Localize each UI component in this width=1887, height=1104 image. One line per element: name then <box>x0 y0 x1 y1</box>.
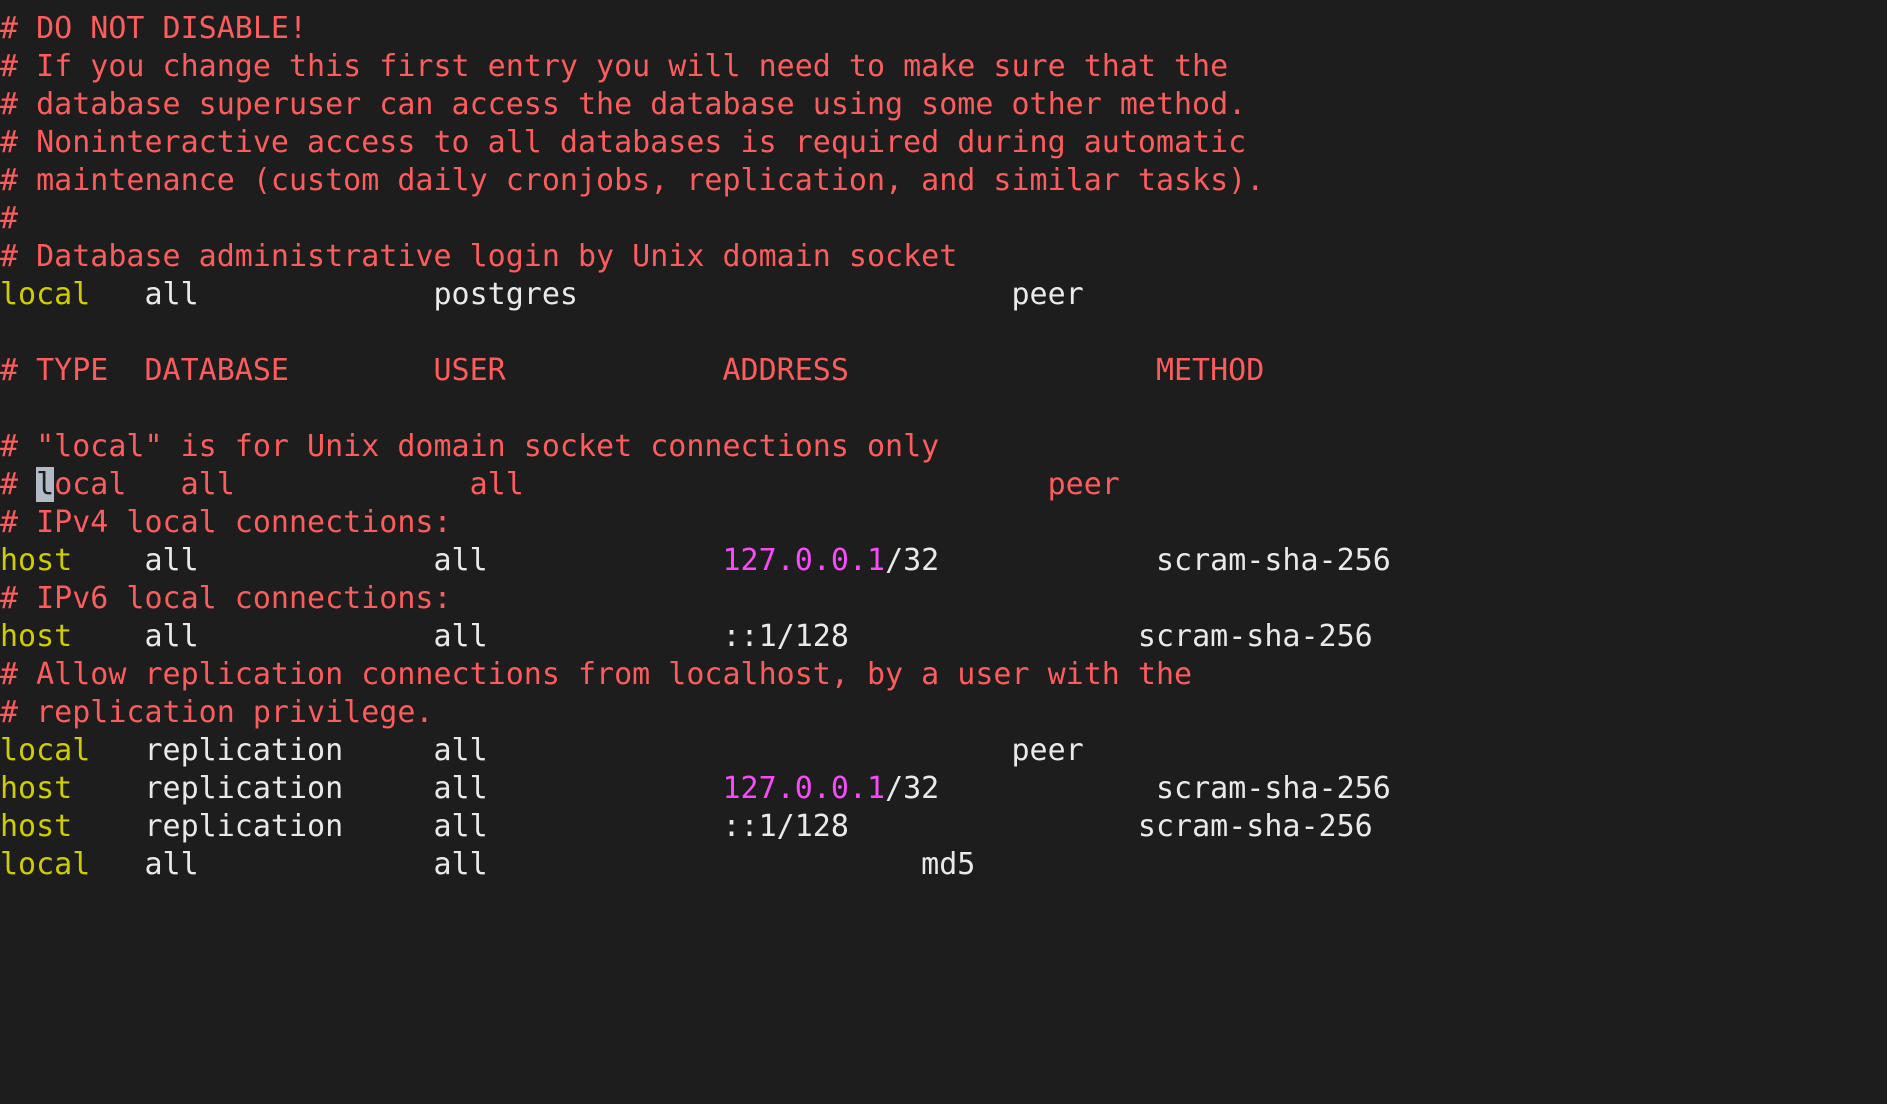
database-field: all <box>144 619 199 654</box>
text-line[interactable] <box>0 390 1887 428</box>
comment: # replication privilege. <box>0 695 434 730</box>
database-field: replication <box>144 771 344 806</box>
address-field: ::1/128 <box>722 619 849 654</box>
comment: # IPv4 local connections: <box>0 505 452 540</box>
conn-type: host <box>0 543 73 578</box>
conn-type: local <box>0 847 91 882</box>
method-field: scram-sha-256 <box>1156 771 1391 806</box>
conn-type: host <box>0 619 73 654</box>
cursor-cell[interactable]: l <box>36 467 55 502</box>
method-field: scram-sha-256 <box>1137 619 1373 654</box>
text-line[interactable]: local replication all peer <box>0 732 1887 770</box>
method-field: peer <box>1011 733 1084 768</box>
conn-type: local <box>0 277 91 312</box>
conn-type: host <box>0 809 73 844</box>
comment-body: ocal all all peer <box>54 467 1120 502</box>
method-field: peer <box>1011 277 1084 312</box>
text-line[interactable]: # Database administrative login by Unix … <box>0 238 1887 276</box>
text-line[interactable]: # IPv6 local connections: <box>0 580 1887 618</box>
text-line[interactable]: # IPv4 local connections: <box>0 504 1887 542</box>
text-line[interactable]: # replication privilege. <box>0 694 1887 732</box>
method-field: scram-sha-256 <box>1137 809 1373 844</box>
comment: # Allow replication connections from loc… <box>0 657 1193 692</box>
text-line[interactable] <box>0 314 1887 352</box>
text-line[interactable]: host replication all ::1/128 scram-sha-2… <box>0 808 1887 846</box>
comment: # Database administrative login by Unix … <box>0 239 958 274</box>
text-line[interactable]: host all all 127.0.0.1/32 scram-sha-256 <box>0 542 1887 580</box>
database-field: replication <box>144 809 344 844</box>
comment: # maintenance (custom daily cronjobs, re… <box>0 163 1265 198</box>
text-line[interactable]: # If you change this first entry you wil… <box>0 48 1887 86</box>
user-field: postgres <box>433 277 579 312</box>
method-field: md5 <box>921 847 976 882</box>
user-field: all <box>433 847 488 882</box>
conn-type: local <box>0 733 91 768</box>
user-field: all <box>433 543 488 578</box>
text-line[interactable]: # local all all peer <box>0 466 1887 504</box>
address-field: 127.0.0.1 <box>722 543 886 578</box>
comment: # IPv6 local connections: <box>0 581 452 616</box>
comment: # Noninteractive access to all databases… <box>0 125 1247 160</box>
text-line[interactable]: # TYPE DATABASE USER ADDRESS METHOD <box>0 352 1887 390</box>
comment: # <box>0 201 19 236</box>
database-field: all <box>144 543 199 578</box>
address-field: 127.0.0.1 <box>722 771 886 806</box>
user-field: all <box>433 733 488 768</box>
user-field: all <box>433 619 488 654</box>
text-line[interactable]: local all postgres peer <box>0 276 1887 314</box>
comment: # database superuser can access the data… <box>0 87 1247 122</box>
text-line[interactable]: # "local" is for Unix domain socket conn… <box>0 428 1887 466</box>
comment: # If you change this first entry you wil… <box>0 49 1229 84</box>
text-line[interactable]: # DO NOT DISABLE! <box>0 10 1887 48</box>
conn-type: host <box>0 771 73 806</box>
text-line[interactable]: # database superuser can access the data… <box>0 86 1887 124</box>
comment-hash: # <box>0 467 37 502</box>
text-line[interactable]: host all all ::1/128 scram-sha-256 <box>0 618 1887 656</box>
address-mask: /32 <box>885 543 940 578</box>
address-field: ::1/128 <box>722 809 849 844</box>
method-field: scram-sha-256 <box>1156 543 1391 578</box>
terminal-text-area[interactable]: # DO NOT DISABLE! # If you change this fi… <box>0 0 1887 1104</box>
user-field: all <box>433 809 488 844</box>
user-field: all <box>433 771 488 806</box>
text-line[interactable]: host replication all 127.0.0.1/32 scram-… <box>0 770 1887 808</box>
address-mask: /32 <box>885 771 940 806</box>
text-line[interactable]: # Allow replication connections from loc… <box>0 656 1887 694</box>
column-header-comment: # TYPE DATABASE USER ADDRESS METHOD <box>0 353 1265 388</box>
text-line[interactable]: # <box>0 200 1887 238</box>
database-field: all <box>144 277 199 312</box>
comment: # "local" is for Unix domain socket conn… <box>0 429 940 464</box>
text-line[interactable]: local all all md5 <box>0 846 1887 884</box>
comment: # DO NOT DISABLE! <box>0 11 308 46</box>
text-line[interactable]: # Noninteractive access to all databases… <box>0 124 1887 162</box>
text-line[interactable]: # maintenance (custom daily cronjobs, re… <box>0 162 1887 200</box>
database-field: replication <box>144 733 344 768</box>
database-field: all <box>144 847 199 882</box>
